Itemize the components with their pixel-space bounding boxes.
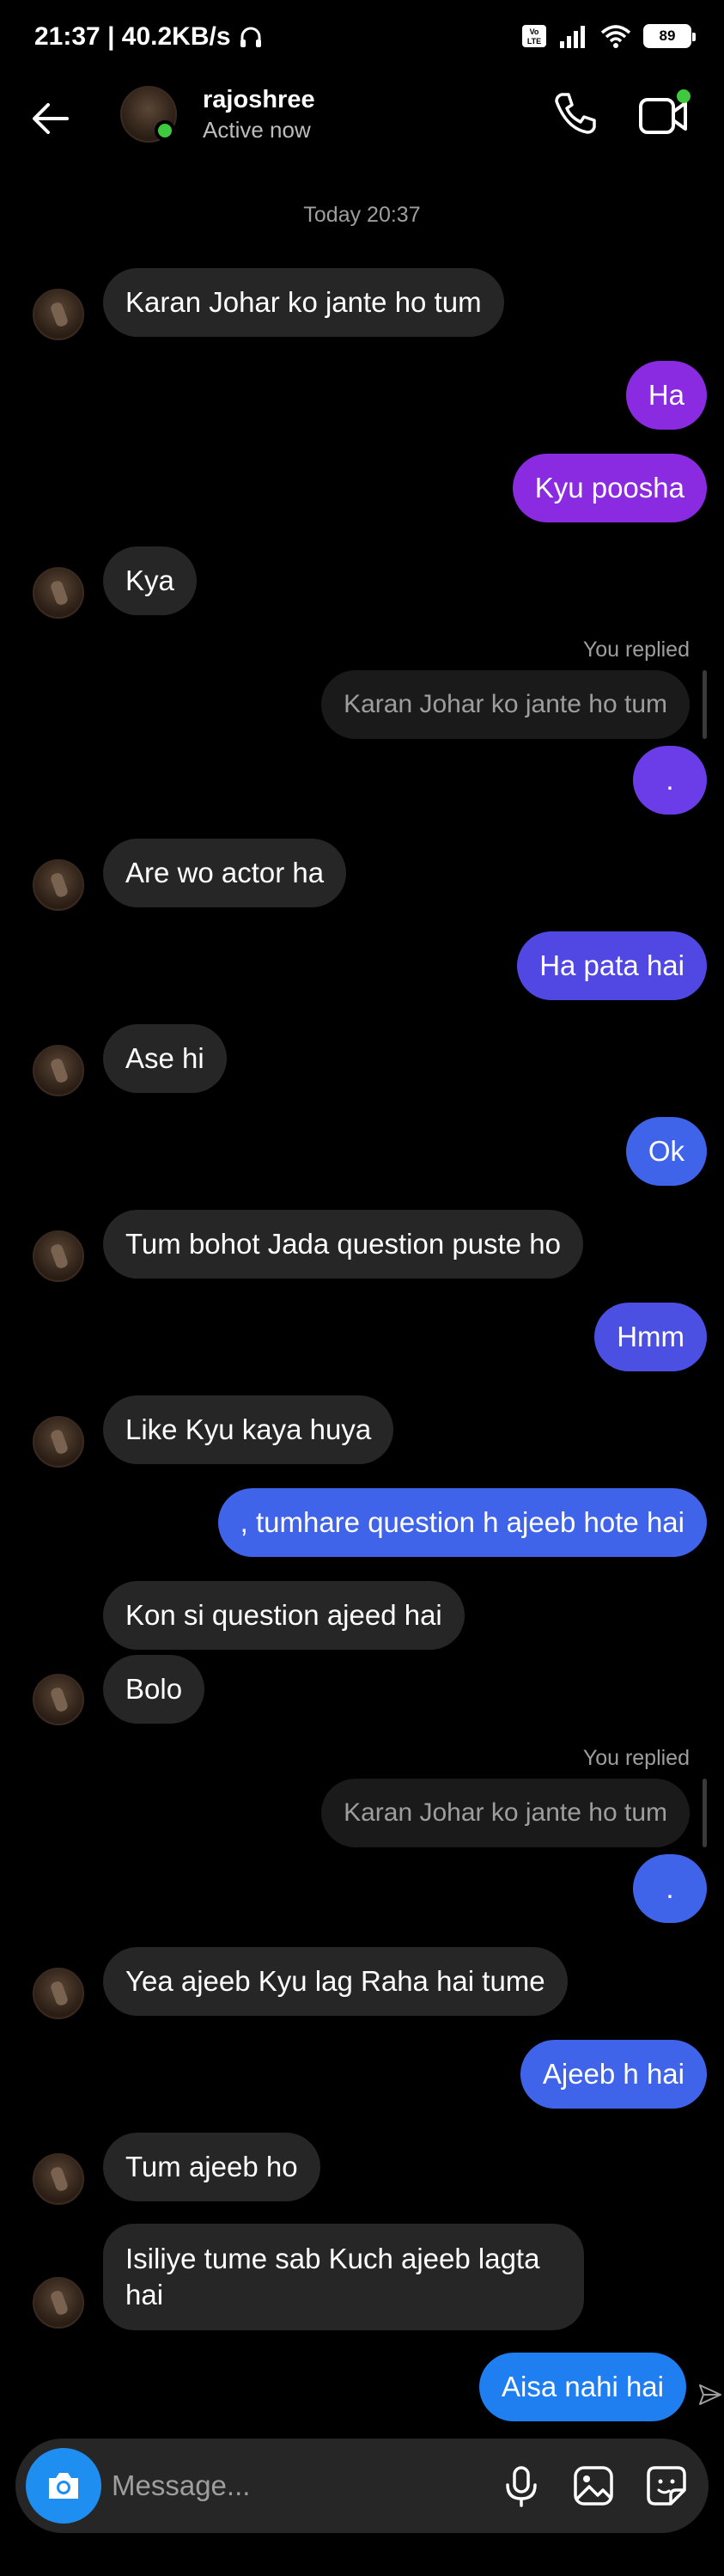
online-indicator xyxy=(155,120,175,141)
contact-name[interactable]: rajoshree xyxy=(203,86,315,114)
message-outgoing[interactable]: Aisa nahi hai xyxy=(479,2353,686,2421)
svg-text:Vo: Vo xyxy=(530,27,539,36)
message-outgoing[interactable]: Ok xyxy=(625,1117,707,1186)
sender-avatar[interactable] xyxy=(33,289,84,340)
reply-bar xyxy=(703,1779,707,1847)
message-incoming[interactable]: Are wo actor ha xyxy=(103,839,347,907)
message-outgoing[interactable]: . xyxy=(633,1854,707,1923)
image-icon[interactable] xyxy=(570,2463,617,2509)
microphone-icon[interactable] xyxy=(498,2463,545,2509)
sticker-icon[interactable] xyxy=(643,2463,690,2509)
battery-level: 89 xyxy=(659,27,676,44)
sender-avatar[interactable] xyxy=(33,2277,84,2329)
message-outgoing[interactable]: Ha pata hai xyxy=(517,931,707,1000)
sender-avatar[interactable] xyxy=(33,1230,84,1282)
phone-icon[interactable] xyxy=(550,88,601,139)
message-incoming[interactable]: Kya xyxy=(103,546,197,615)
send-icon xyxy=(699,2384,721,2405)
svg-text:LTE: LTE xyxy=(527,37,541,46)
message-outgoing[interactable]: Ha xyxy=(625,361,707,430)
reply-bar xyxy=(703,670,707,739)
back-arrow-icon[interactable] xyxy=(27,95,76,143)
status-bar: 21:37 | 40.2KB/s Vo LTE 89 xyxy=(0,0,724,77)
message-incoming[interactable]: Ase hi xyxy=(103,1024,227,1093)
message-outgoing[interactable]: Ajeeb h hai xyxy=(520,2040,707,2109)
video-icon[interactable] xyxy=(636,86,692,143)
message-incoming[interactable]: Karan Johar ko jante ho tum xyxy=(103,268,504,337)
message-incoming[interactable]: Like Kyu kaya huya xyxy=(103,1395,394,1464)
message-outgoing[interactable]: Hmm xyxy=(594,1303,707,1371)
message-list[interactable]: Today 20:37 Karan Johar ko jante ho tum … xyxy=(0,180,724,2432)
headphones-icon xyxy=(240,27,261,47)
sender-avatar[interactable] xyxy=(33,1416,84,1468)
message-outgoing[interactable]: . xyxy=(633,746,707,815)
status-right: Vo LTE 89 xyxy=(521,24,696,48)
reply-quote[interactable]: Karan Johar ko jante ho tum xyxy=(321,670,690,739)
chat-header: rajoshree Active now xyxy=(0,77,724,180)
contact-status: Active now xyxy=(203,117,311,143)
message-incoming[interactable]: Tum ajeeb ho xyxy=(103,2133,320,2201)
wifi-icon xyxy=(600,25,631,48)
sender-avatar[interactable] xyxy=(33,567,84,619)
message-incoming[interactable]: Bolo xyxy=(103,1655,205,1724)
message-input[interactable] xyxy=(112,2439,455,2533)
replied-label: You replied xyxy=(582,638,690,662)
status-time-speed: 21:37 | 40.2KB/s xyxy=(34,22,231,51)
message-composer xyxy=(15,2439,709,2533)
camera-button[interactable] xyxy=(26,2448,101,2524)
volte-icon: Vo LTE xyxy=(522,25,546,47)
sender-avatar[interactable] xyxy=(33,1968,84,2019)
message-incoming[interactable]: Tum bohot Jada question puste ho xyxy=(103,1210,583,1279)
signal-icon xyxy=(560,26,585,48)
status-left: 21:37 | 40.2KB/s xyxy=(34,22,264,52)
message-outgoing[interactable]: Kyu poosha xyxy=(512,454,707,522)
message-outgoing[interactable]: , tumhare question h ajeeb hote hai xyxy=(217,1488,707,1557)
sender-avatar[interactable] xyxy=(33,859,84,911)
message-incoming[interactable]: Isiliye tume sab Kuch ajeeb lagta hai xyxy=(103,2224,584,2330)
replied-label: You replied xyxy=(582,1746,690,1770)
sender-avatar[interactable] xyxy=(33,1045,84,1096)
message-incoming[interactable]: Yea ajeeb Kyu lag Raha hai tume xyxy=(103,1947,568,2016)
battery-icon: 89 xyxy=(643,24,696,48)
sender-avatar[interactable] xyxy=(33,2153,84,2205)
chat-timestamp: Today 20:37 xyxy=(303,203,421,227)
sender-avatar[interactable] xyxy=(33,1674,84,1725)
reply-quote[interactable]: Karan Johar ko jante ho tum xyxy=(321,1779,690,1847)
camera-icon xyxy=(49,2473,78,2499)
message-incoming[interactable]: Kon si question ajeed hai xyxy=(103,1581,465,1650)
